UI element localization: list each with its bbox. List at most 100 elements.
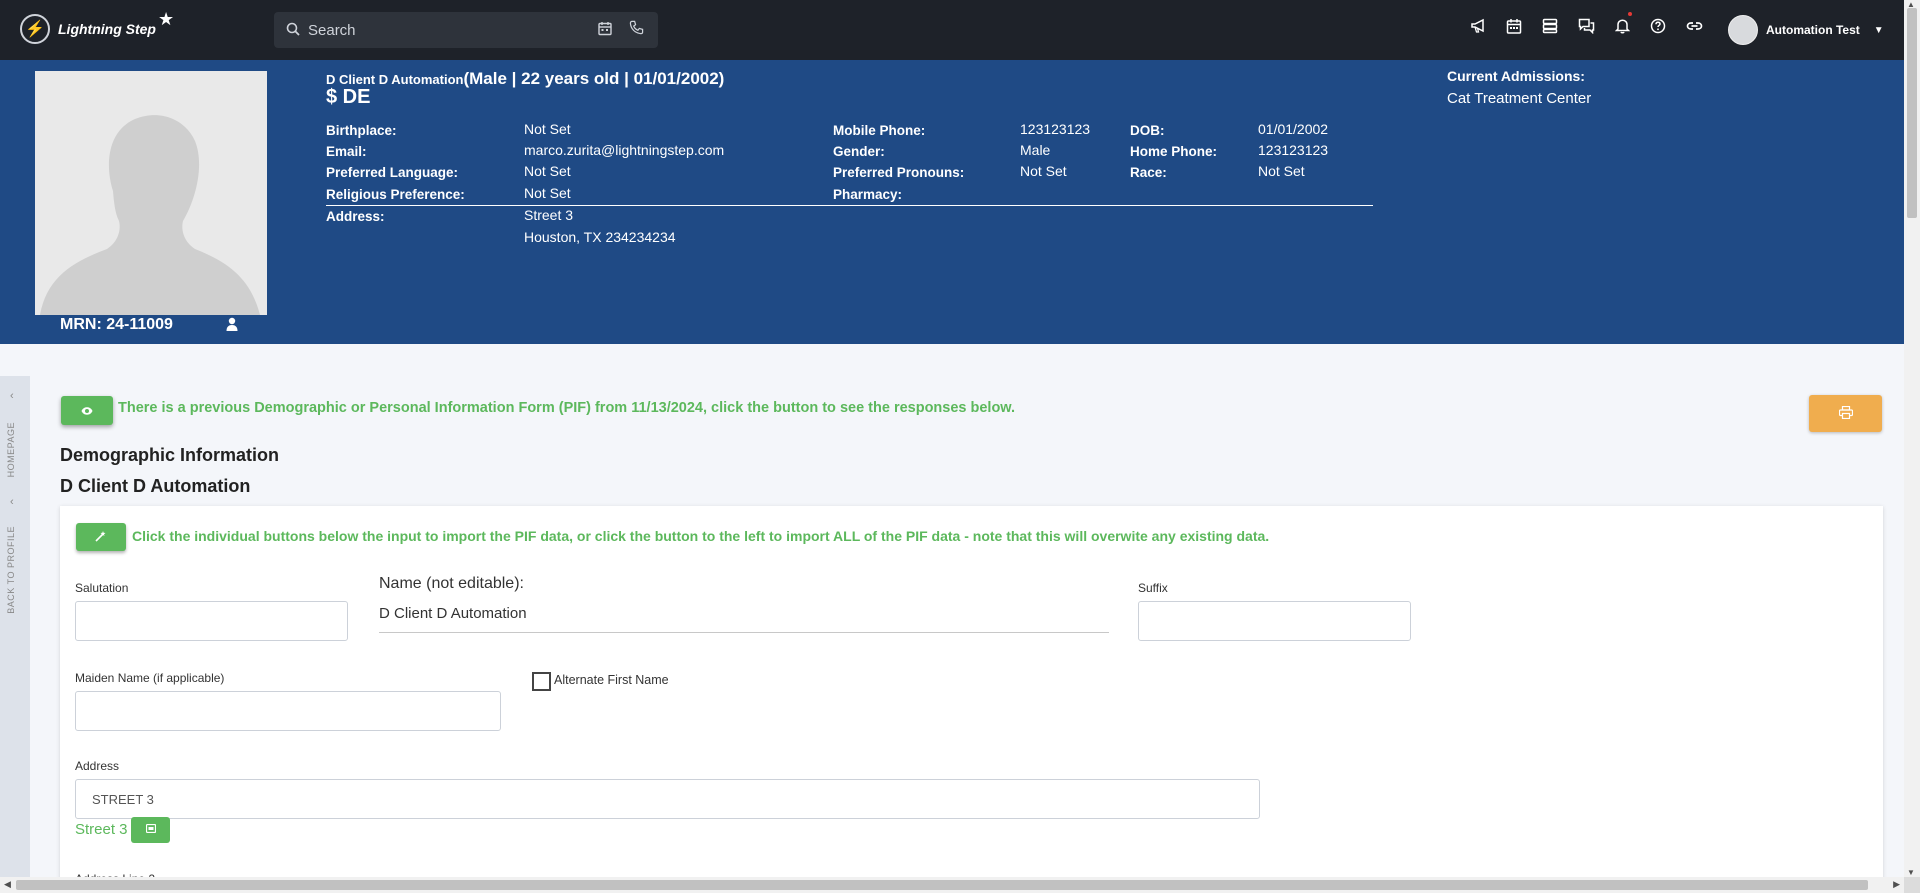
admissions-value[interactable]: Cat Treatment Center (1447, 90, 1591, 107)
chat-icon[interactable] (1568, 18, 1604, 39)
info-pronouns-value: Not Set (1020, 163, 1067, 179)
pif-address-value: Street 3 (75, 821, 128, 838)
client-title: D Client D Automation (60, 476, 251, 496)
info-dob-value: 01/01/2002 (1258, 121, 1329, 137)
info-pronouns-label: Preferred Pronouns: (833, 164, 964, 180)
address-label: Address: (326, 209, 385, 224)
info-address-label: Address: (326, 208, 385, 224)
homephone-label: Home Phone: (1130, 144, 1218, 159)
patient-name-line: D Client D Automation(Male | 22 years ol… (326, 69, 724, 89)
patient-header: MRN: 24-11009 D Client D Automation(Male… (0, 60, 1904, 344)
user-icon[interactable] (226, 317, 238, 334)
info-birthplace-value: Not Set (524, 121, 571, 137)
mobile-label: Mobile Phone: (833, 123, 926, 138)
address-field-label: Address (75, 759, 120, 773)
pif-notice: There is a previous Demographic or Perso… (118, 400, 1016, 416)
section-title: Demographic Information (60, 445, 280, 465)
language-label: Preferred Language: (326, 165, 459, 180)
print-button[interactable] (1809, 395, 1882, 432)
help-icon[interactable] (1640, 18, 1676, 39)
email-label: Email: (326, 144, 367, 159)
info-language-label: Preferred Language: (326, 164, 458, 180)
chevron-left-icon[interactable]: ‹ (10, 390, 14, 402)
scroll-right-arrow[interactable]: ▶ (1893, 879, 1900, 890)
info-mobile-label: Mobile Phone: (833, 122, 925, 138)
gender-label: Gender: (833, 144, 885, 159)
suffix-input[interactable] (1138, 601, 1411, 641)
search-icon (286, 22, 300, 39)
maiden-name-label: Maiden Name (if applicable) (75, 671, 225, 685)
alternate-first-name-checkbox[interactable] (532, 672, 551, 691)
caret-down-icon: ▼ (1873, 24, 1884, 36)
calendar-icon[interactable] (598, 21, 612, 39)
patient-code: $ DE (326, 86, 371, 108)
info-religion-label: Religious Preference: (326, 186, 465, 202)
user-name: Automation Test (1766, 23, 1860, 37)
magic-import-icon (95, 530, 106, 542)
address-input[interactable] (75, 779, 1260, 819)
scroll-left-arrow[interactable]: ◀ (4, 879, 11, 890)
phone-icon[interactable] (629, 20, 644, 39)
race-label: Race: (1130, 165, 1167, 180)
search-bar (274, 12, 658, 48)
info-email-label: Email: (326, 143, 367, 159)
vertical-scrollbar[interactable]: ▲ ▼ (1904, 0, 1920, 877)
import-notice: Click the individual buttons below the i… (132, 528, 1270, 544)
info-dob-label: DOB: (1130, 122, 1165, 138)
top-icon-group (1460, 12, 1712, 39)
info-address-value: Street 3 (524, 207, 574, 223)
horizontal-scroll-thumb[interactable] (16, 880, 1868, 890)
homepage-link[interactable]: HOMEPAGE (6, 422, 16, 477)
user-menu[interactable]: Automation Test ▼ (1728, 15, 1884, 45)
pronouns-label: Preferred Pronouns: (833, 165, 965, 180)
info-language-value: Not Set (524, 163, 571, 179)
view-pif-button[interactable] (61, 396, 113, 425)
scroll-down-arrow[interactable]: ▼ (1907, 868, 1915, 877)
pharmacy-label: Pharmacy: (833, 187, 903, 202)
patient-photo (35, 71, 267, 315)
back-to-profile-link[interactable]: BACK TO PROFILE (6, 526, 16, 614)
vertical-scroll-thumb[interactable] (1907, 8, 1917, 218)
bolt-logo-icon: ⚡ (20, 14, 50, 44)
info-homephone-value: 123123123 (1258, 142, 1329, 158)
chevron-left-icon[interactable]: ‹ (10, 496, 14, 508)
star-icon[interactable]: ★ (158, 9, 174, 30)
megaphone-icon[interactable] (1460, 18, 1496, 39)
info-race-label: Race: (1130, 164, 1167, 180)
info-race-value: Not Set (1258, 163, 1305, 179)
info-email-value: marco.zurita@lightningstep.com (524, 142, 725, 158)
maiden-name-input[interactable] (75, 691, 501, 731)
side-nav: ‹ HOMEPAGE ‹ BACK TO PROFILE (0, 376, 30, 877)
info-address-line2: Houston, TX 234234234 (524, 229, 676, 245)
dob-label: DOB: (1130, 123, 1165, 138)
patient-name: D Client D Automation (326, 72, 464, 87)
import-icon (145, 823, 156, 834)
religion-label: Religious Preference: (326, 187, 465, 202)
user-avatar (1728, 15, 1758, 45)
suffix-label: Suffix (1138, 581, 1168, 595)
import-address-button[interactable] (131, 817, 170, 843)
top-navbar: ⚡ Lightning Step ★ Search Automation Tes… (0, 0, 1904, 60)
birthplace-label: Birthplace: (326, 123, 397, 138)
search-input[interactable] (308, 21, 588, 39)
brand-name: Lightning Step (58, 21, 156, 37)
import-all-pif-button[interactable] (76, 523, 126, 551)
link-icon[interactable] (1676, 18, 1712, 39)
brand-logo[interactable]: ⚡ Lightning Step (20, 14, 156, 44)
notification-dot (1628, 12, 1632, 16)
info-divider (326, 205, 1373, 206)
info-mobile-value: 123123123 (1020, 121, 1091, 137)
alternate-first-name-label: Alternate First Name (554, 673, 669, 687)
salutation-label: Salutation (75, 581, 129, 595)
bell-icon[interactable] (1604, 12, 1640, 39)
info-religion-value: Not Set (524, 185, 571, 201)
info-homephone-label: Home Phone: (1130, 143, 1217, 159)
salutation-input[interactable] (75, 601, 348, 641)
name-value: D Client D Automation (379, 605, 1109, 633)
mrn-label: MRN: 24-11009 (60, 316, 173, 333)
calendar-icon[interactable] (1496, 18, 1532, 39)
info-gender-label: Gender: (833, 143, 885, 159)
layers-icon[interactable] (1532, 18, 1568, 39)
admissions-label: Current Admissions: (1447, 68, 1585, 84)
horizontal-scrollbar[interactable]: ◀ ▶ (0, 877, 1904, 893)
